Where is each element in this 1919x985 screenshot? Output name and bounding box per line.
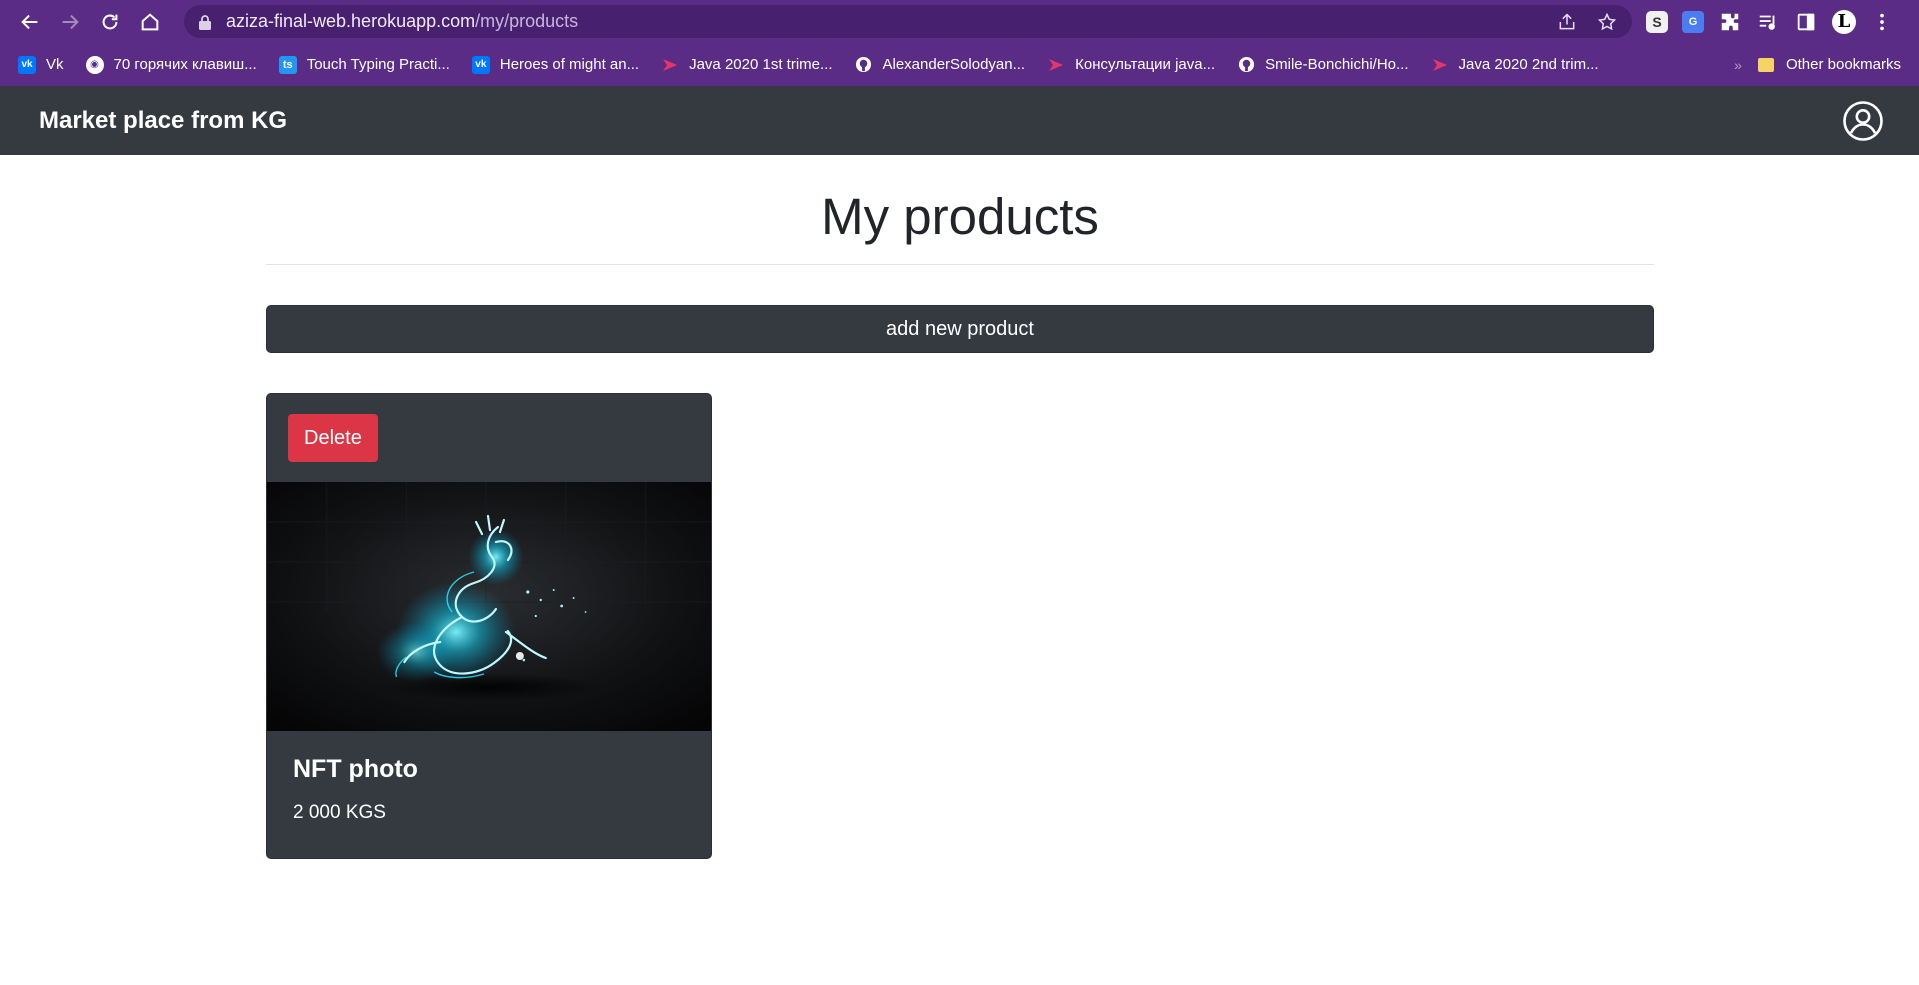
java-icon: [1047, 56, 1065, 74]
home-button[interactable]: [130, 2, 170, 42]
home-icon: [141, 12, 159, 30]
browser-chrome: aziza-final-web.herokuapp.com/my/product…: [0, 0, 1919, 86]
more-menu-icon[interactable]: [1870, 10, 1894, 34]
bookmark-label: AlexanderSolodyan...: [882, 56, 1026, 73]
folder-icon: [1757, 57, 1774, 72]
ts-icon: ts: [278, 55, 297, 74]
url-host: aziza-final-web.herokuapp.com: [226, 11, 476, 31]
globe-icon: ◉: [85, 55, 104, 74]
product-price: 2 000 KGS: [293, 802, 386, 823]
bookmark-item[interactable]: Java 2020 2nd trim...: [1431, 56, 1599, 74]
arrow-left-icon: [21, 14, 38, 29]
bookmark-label: Java 2020 2nd trim...: [1458, 56, 1599, 73]
main-content: My products add new product Delete NFT p…: [266, 155, 1654, 859]
bookmark-label: Heroes of might an...: [499, 56, 640, 73]
card-body: NFT photo 2 000 KGS: [267, 731, 711, 848]
add-new-product-button[interactable]: add new product: [266, 305, 1654, 353]
github-icon: [855, 56, 873, 74]
bookmark-item[interactable]: AlexanderSolodyan...: [855, 56, 1026, 74]
browser-toolbar: aziza-final-web.herokuapp.com/my/product…: [0, 0, 1919, 43]
s-extension-icon[interactable]: S: [1646, 10, 1668, 33]
github-icon: [1237, 56, 1255, 74]
bookmark-label: Vk: [46, 56, 64, 73]
product-image[interactable]: [267, 482, 711, 731]
forward-button[interactable]: [50, 2, 90, 42]
reload-icon: [102, 14, 118, 29]
user-account-icon[interactable]: [1842, 100, 1884, 142]
extensions-bar: S G L: [1646, 9, 1894, 34]
bookmark-item[interactable]: ◉ 70 горячих клавиш...: [85, 55, 257, 74]
google-translate-icon[interactable]: G: [1682, 10, 1704, 33]
vk-icon: vk: [471, 55, 490, 74]
bookmark-label: Touch Typing Practi...: [306, 56, 450, 73]
title-divider: [266, 264, 1654, 265]
lock-icon: [199, 14, 211, 30]
url-path: /my/products: [475, 11, 579, 31]
bookmark-label: Java 2020 1st trime...: [689, 56, 833, 73]
product-name: NFT photo: [293, 755, 418, 783]
bookmark-item[interactable]: vk Vk: [18, 55, 64, 74]
bookmark-label: 70 горячих клавиш...: [113, 56, 257, 73]
side-panel-icon[interactable]: [1794, 10, 1818, 34]
bookmark-label: Smile-Bonchichi/Ho...: [1265, 56, 1409, 73]
java-icon: [1431, 56, 1449, 74]
other-bookmarks-label: Other bookmarks: [1785, 56, 1901, 73]
bookmarks-overflow-icon[interactable]: »: [1734, 57, 1742, 73]
bookmark-star-icon[interactable]: [1596, 11, 1618, 33]
bookmarks-bar: vk Vk ◉ 70 горячих клавиш... ts Touch Ty…: [0, 43, 1919, 86]
bookmark-item[interactable]: vk Heroes of might an...: [471, 55, 640, 74]
product-card[interactable]: Delete NFT photo 2 000 KGS: [266, 393, 712, 859]
share-icon[interactable]: [1556, 11, 1578, 33]
app-navbar: Market place from KG: [0, 86, 1919, 155]
bookmark-item[interactable]: Smile-Bonchichi/Ho...: [1237, 56, 1409, 74]
card-header: Delete: [267, 394, 711, 482]
vk-icon: vk: [18, 55, 36, 74]
delete-button[interactable]: Delete: [288, 414, 378, 462]
bookmark-label: Консультации java...: [1075, 56, 1216, 73]
page-title: My products: [821, 188, 1099, 245]
bookmark-item[interactable]: Java 2020 1st trime...: [661, 56, 833, 74]
brand-link[interactable]: Market place from KG: [39, 107, 287, 135]
other-bookmarks[interactable]: Other bookmarks: [1757, 56, 1901, 73]
media-control-icon[interactable]: [1756, 10, 1780, 34]
bookmark-item[interactable]: ts Touch Typing Practi...: [278, 55, 450, 74]
arrow-right-icon: [62, 14, 79, 29]
profile-avatar[interactable]: L: [1832, 9, 1856, 34]
address-bar[interactable]: aziza-final-web.herokuapp.com/my/product…: [184, 5, 1632, 38]
puzzle-icon[interactable]: [1718, 10, 1742, 34]
java-icon: [661, 56, 679, 74]
reload-button[interactable]: [90, 2, 130, 42]
bookmark-item[interactable]: Консультации java...: [1047, 56, 1215, 74]
back-button[interactable]: [10, 2, 50, 42]
